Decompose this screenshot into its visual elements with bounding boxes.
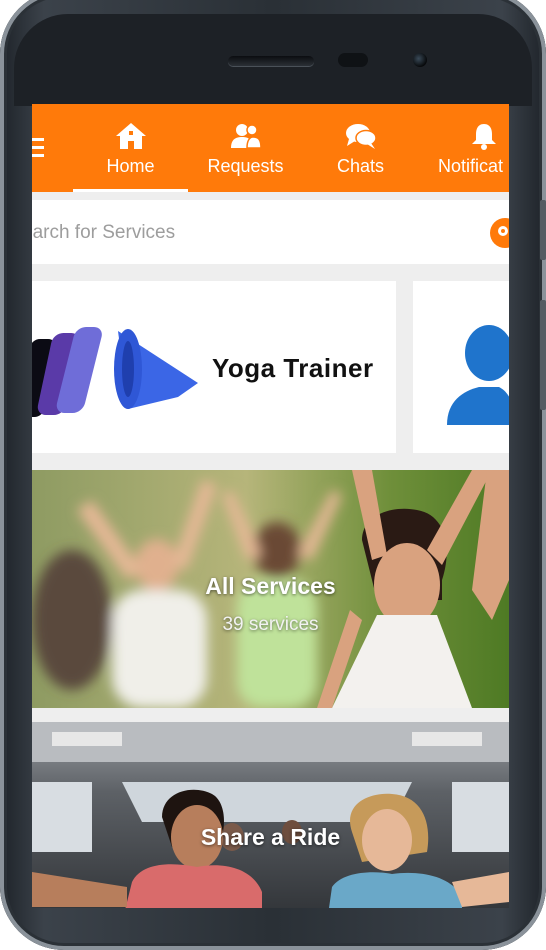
home-icon bbox=[115, 123, 146, 149]
front-camera bbox=[413, 53, 427, 67]
tab-requests[interactable]: Requests bbox=[188, 104, 303, 192]
service-card-yoga-trainer[interactable]: Yoga Trainer bbox=[32, 281, 396, 453]
tab-requests-label: Requests bbox=[207, 156, 284, 176]
banner-subtitle: 39 services bbox=[222, 614, 319, 635]
service-card-partial[interactable] bbox=[413, 281, 509, 453]
active-tab-indicator bbox=[73, 189, 188, 192]
bell-icon bbox=[472, 124, 496, 150]
hamburger-menu-icon[interactable] bbox=[32, 138, 46, 158]
yoga-mats-image bbox=[32, 327, 198, 421]
earpiece-speaker bbox=[228, 56, 314, 66]
users-icon bbox=[230, 124, 262, 149]
tab-notifications-label: Notificat bbox=[438, 156, 504, 176]
search-bar[interactable]: earch for Services bbox=[32, 200, 509, 264]
tab-home[interactable]: Home bbox=[73, 104, 188, 192]
tab-notifications[interactable]: Notificat bbox=[434, 104, 509, 192]
person-silhouette-icon bbox=[447, 325, 509, 425]
chat-bubbles-icon bbox=[345, 124, 377, 149]
friends-in-car-photo bbox=[32, 722, 509, 908]
tab-home-label: Home bbox=[106, 156, 155, 176]
proximity-sensor bbox=[338, 53, 368, 67]
search-icon[interactable] bbox=[490, 218, 509, 248]
app-screen: Home Requests Chats Notificat earch for … bbox=[32, 104, 509, 908]
banner-title: Share a Ride bbox=[200, 824, 341, 850]
banner-title: All Services bbox=[205, 573, 336, 599]
service-card-label: Yoga Trainer bbox=[212, 353, 374, 383]
side-button bbox=[540, 200, 546, 260]
tab-chats[interactable]: Chats bbox=[303, 104, 418, 192]
banner-share-a-ride[interactable]: Share a Ride bbox=[32, 722, 509, 908]
tab-chats-label: Chats bbox=[336, 156, 385, 176]
side-button bbox=[540, 300, 546, 410]
top-navigation-bar: Home Requests Chats Notificat bbox=[32, 104, 509, 192]
search-input[interactable]: earch for Services bbox=[32, 222, 175, 244]
banner-all-services[interactable]: All Services 39 services bbox=[32, 470, 509, 708]
